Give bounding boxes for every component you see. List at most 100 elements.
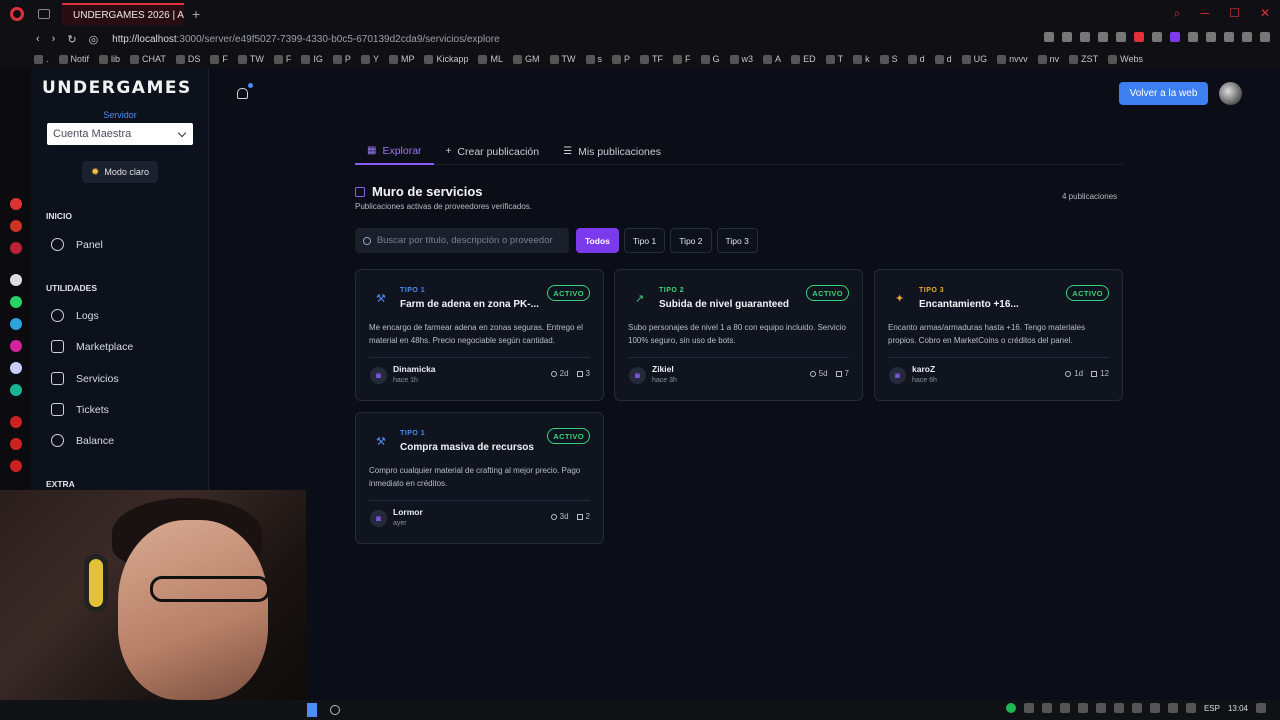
tray-icon[interactable] bbox=[1041, 703, 1052, 713]
bookmark-item[interactable]: k bbox=[853, 54, 870, 64]
tray-icon[interactable] bbox=[1077, 703, 1088, 713]
forward-arrow-icon[interactable]: › bbox=[52, 33, 56, 46]
bookmark-item[interactable]: IG bbox=[301, 54, 323, 64]
search-tabs-icon[interactable]: ⌕ bbox=[1174, 6, 1181, 21]
bookmark-item[interactable]: DS bbox=[175, 54, 200, 64]
extension-icon[interactable] bbox=[1152, 32, 1162, 42]
extension-icon[interactable] bbox=[1170, 32, 1180, 42]
reload-icon[interactable]: ↻ bbox=[67, 33, 76, 46]
bookmark-item[interactable]: s bbox=[585, 54, 602, 64]
extension-icon[interactable] bbox=[1188, 32, 1198, 42]
bookmark-item[interactable]: nvvv bbox=[997, 54, 1028, 64]
bookmark-item[interactable]: F bbox=[273, 54, 291, 64]
bookmark-item[interactable]: . bbox=[34, 54, 49, 64]
extension-icon[interactable] bbox=[1044, 32, 1054, 42]
sidebar-settings-icon[interactable] bbox=[10, 460, 22, 472]
sidebar-tv-icon[interactable] bbox=[10, 242, 22, 254]
new-tab-plus-icon[interactable]: + bbox=[192, 6, 200, 22]
sidebar-item-tickets[interactable]: Tickets bbox=[51, 403, 109, 416]
steam-icon[interactable] bbox=[1185, 703, 1196, 713]
extension-icon[interactable] bbox=[1242, 32, 1252, 42]
bookmark-item[interactable]: GM bbox=[513, 54, 540, 64]
extension-icon[interactable] bbox=[1062, 32, 1072, 42]
filter-tipo-3[interactable]: Tipo 3 bbox=[716, 228, 758, 253]
provider-name[interactable]: Zikiel bbox=[652, 364, 674, 374]
clock[interactable]: 13:04 bbox=[1228, 704, 1248, 713]
bookmark-item[interactable]: lib bbox=[99, 54, 120, 64]
browser-tab-active[interactable]: UNDERGAMES 2026 | Acc bbox=[62, 3, 184, 25]
bookmark-item[interactable]: F bbox=[673, 54, 691, 64]
bookmark-item[interactable]: TW bbox=[237, 54, 264, 64]
bookmark-item[interactable]: F bbox=[210, 54, 228, 64]
bookmark-item[interactable]: Kickapp bbox=[424, 54, 468, 64]
maximize-icon[interactable]: ☐ bbox=[1229, 6, 1240, 21]
opera-logo-icon[interactable] bbox=[10, 7, 24, 21]
service-card[interactable]: ↗ TIPO 2 Subida de nivel guaranteed ACTIVO S… bbox=[614, 269, 863, 401]
mic-icon[interactable] bbox=[1113, 703, 1124, 713]
taskbar-app-icon[interactable] bbox=[307, 703, 317, 717]
bookmark-item[interactable]: G bbox=[700, 54, 720, 64]
bookmark-item[interactable]: S bbox=[879, 54, 898, 64]
service-card[interactable]: ⚒ TIPO 1 Farm de adena en zona PK-... ACTIV… bbox=[355, 269, 604, 401]
tray-icon[interactable] bbox=[1023, 703, 1034, 713]
filter-tipo-1[interactable]: Tipo 1 bbox=[623, 228, 666, 253]
notification-bell-icon[interactable] bbox=[237, 88, 248, 99]
sidebar-telegram-icon[interactable] bbox=[10, 318, 22, 330]
sidebar-item-marketplace[interactable]: Marketplace bbox=[51, 340, 133, 353]
sidebar-aria-icon[interactable] bbox=[10, 198, 22, 210]
sidebar-discord-icon[interactable] bbox=[10, 362, 22, 374]
tab-manager-icon[interactable] bbox=[38, 9, 50, 19]
bookmark-item[interactable]: ZST bbox=[1069, 54, 1098, 64]
sidebar-item-servicios[interactable]: Servicios bbox=[51, 372, 119, 385]
service-card[interactable]: ⚒ TIPO 1 Compra masiva de recursos ACTIVO Co… bbox=[355, 412, 604, 544]
user-avatar[interactable] bbox=[1219, 82, 1242, 105]
provider-name[interactable]: Lormor bbox=[393, 507, 423, 517]
tab-mis-publicaciones[interactable]: ☰ Mis publicaciones bbox=[551, 138, 673, 165]
bookmark-item[interactable]: CHAT bbox=[130, 54, 166, 64]
extension-icon[interactable] bbox=[1134, 32, 1144, 42]
extension-icon[interactable] bbox=[1098, 32, 1108, 42]
sidebar-history-icon[interactable] bbox=[10, 416, 22, 428]
tab-explorar[interactable]: ▦ Explorar bbox=[355, 138, 434, 165]
bookmark-item[interactable]: Notif bbox=[58, 54, 89, 64]
url-field[interactable]: http://localhost:3000/server/e49f5027-73… bbox=[112, 34, 499, 45]
provider-name[interactable]: karoZ bbox=[912, 364, 935, 374]
server-select[interactable]: Cuenta Maestra bbox=[47, 123, 193, 145]
bookmark-item[interactable]: nv bbox=[1037, 54, 1059, 64]
sidebar-chatgpt-icon[interactable] bbox=[10, 274, 22, 286]
tray-icon[interactable] bbox=[1131, 703, 1142, 713]
spotify-icon[interactable] bbox=[1005, 703, 1016, 713]
extension-icon[interactable] bbox=[1080, 32, 1090, 42]
sidebar-bag-icon[interactable] bbox=[10, 220, 22, 232]
bookmark-item[interactable]: T bbox=[825, 54, 843, 64]
undergames-logo[interactable]: UNDERGAMES bbox=[42, 78, 192, 98]
tab-crear-publicacion[interactable]: + Crear publicación bbox=[434, 138, 552, 165]
bookmark-item[interactable]: TW bbox=[549, 54, 576, 64]
sidebar-clock-icon[interactable] bbox=[10, 438, 22, 450]
service-card[interactable]: ✦ TIPO 3 Encantamiento +16... ACTIVO Encanto… bbox=[874, 269, 1123, 401]
theme-toggle-button[interactable]: ✹ Modo claro bbox=[82, 161, 158, 183]
bookmark-item[interactable]: TF bbox=[640, 54, 663, 64]
sidebar-item-balance[interactable]: Balance bbox=[51, 434, 114, 447]
taskbar-search-icon[interactable] bbox=[330, 705, 340, 715]
bookmark-item[interactable]: Y bbox=[360, 54, 379, 64]
extension-icon[interactable] bbox=[1116, 32, 1126, 42]
network-icon[interactable] bbox=[1149, 703, 1160, 713]
search-input[interactable] bbox=[376, 235, 561, 246]
notifications-icon[interactable] bbox=[1256, 703, 1266, 713]
tray-icon[interactable] bbox=[1059, 703, 1070, 713]
bookmark-item[interactable]: UG bbox=[961, 54, 987, 64]
bookmark-item[interactable]: A bbox=[763, 54, 781, 64]
sidebar-item-logs[interactable]: Logs bbox=[51, 309, 99, 322]
filter-tipo-2[interactable]: Tipo 2 bbox=[670, 228, 712, 253]
minimize-icon[interactable]: ─ bbox=[1201, 6, 1210, 21]
sidebar-whatsapp-icon[interactable] bbox=[10, 296, 22, 308]
sidebar-item-panel[interactable]: Panel bbox=[51, 238, 103, 251]
sidebar-app-icon[interactable] bbox=[10, 384, 22, 396]
bookmark-item[interactable]: d bbox=[934, 54, 952, 64]
extension-icon[interactable] bbox=[1206, 32, 1216, 42]
bookmark-item[interactable]: MP bbox=[388, 54, 414, 64]
bookmark-item[interactable]: P bbox=[332, 54, 351, 64]
language-indicator[interactable]: ESP bbox=[1204, 704, 1220, 713]
bookmark-item[interactable]: d bbox=[907, 54, 925, 64]
